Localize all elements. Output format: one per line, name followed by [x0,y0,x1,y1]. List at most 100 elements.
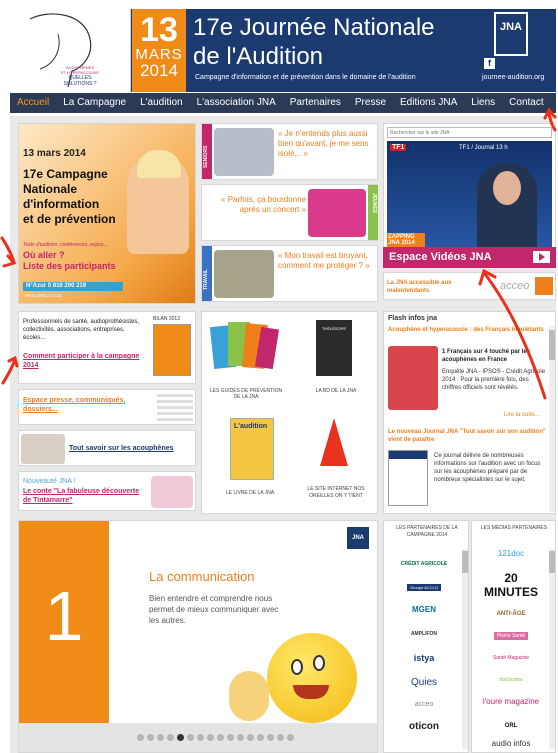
bd-label[interactable]: LA BD DE LA JNA [298,388,374,394]
slider-dot[interactable] [177,734,184,741]
nouveaute-label: Nouveauté JNA ! [23,478,76,485]
bd-cover-title: THÉLÉSOPE [321,326,346,331]
site-logo[interactable]: ACOUPHÈNES ET HYPERACOUSIE QUELLES SOLUT… [10,9,131,92]
slider-dot[interactable] [157,734,164,741]
media-audio-infos[interactable]: audio infos [476,739,546,748]
logo-caption: ACOUPHÈNES ET HYPERACOUSIE QUELLES SOLUT… [60,65,100,87]
slider-dot[interactable] [147,734,154,741]
read-more-link[interactable]: Lire la suite... [504,412,540,418]
campaign-promo[interactable]: 13 mars 2014 17e Campagne Nationale d'in… [18,123,196,304]
promo-where[interactable]: Où aller ? Liste des participants [23,250,116,272]
media-oure[interactable]: l'oure magazine [476,697,546,706]
partner-istya[interactable]: istya [390,653,458,663]
partner-mgen[interactable]: MGEN [390,605,458,614]
azur-number[interactable]: N°Azur 0 810 200 219 [23,282,123,291]
media-pleine-sante[interactable]: Pleine Santé [493,632,529,640]
slider-dot[interactable] [167,734,174,741]
media-doctissimo[interactable]: doctissimo [476,677,546,683]
slider-dot[interactable] [137,734,144,741]
theme-seniors[interactable]: SENIORS « Je n'entends plus aussi bien q… [201,123,378,180]
press-link[interactable]: Espace presse, communiqués, dossiers... [23,396,133,414]
flash-item1-title[interactable]: Acouphène et hyperacousie : des Français… [388,326,546,334]
main-nav: Accueil La Campagne L'audition L'associa… [10,93,556,113]
nav-item-audition[interactable]: L'audition [133,93,190,113]
guides-covers[interactable] [209,320,280,376]
flash-item2-body: Ce journal délivre de nombreuses informa… [434,453,541,483]
slider-dot[interactable] [207,734,214,741]
nav-item-partenaires[interactable]: Partenaires [283,93,348,113]
pros-text: Professionnels de santé, audioprothésist… [23,319,140,341]
livre-label[interactable]: LE LIVRE DE LA JNA [206,490,294,496]
partner-quies[interactable]: Quies [390,677,458,688]
slider-dot[interactable] [277,734,284,741]
video-player[interactable]: TF1 TF1 / Journal 13 h ZAPPING JNA 2014 [387,141,552,257]
slider-dot[interactable] [257,734,264,741]
media-orl[interactable]: ORL [476,723,546,729]
media-121doc[interactable]: 121doc [476,549,546,558]
site-label[interactable]: LE SITE INTERNET NOS OREILLES ON Y TIENT [298,486,374,500]
partners-list: CRÉDIT AGRICOLE Groupe ACCLG MGEN AMPLIF… [390,549,458,752]
nav-item-contact[interactable]: Contact [502,93,550,113]
slider: 1 JNA La communication Bien entendre et … [18,520,378,753]
participate-link[interactable]: Comment participer à la campagne 2014 [23,352,147,370]
nav-item-campagne[interactable]: La Campagne [56,93,133,113]
acouphenes-box[interactable]: Tout savoir sur les acouphènes [18,430,196,466]
flash-item2-title[interactable]: Le nouveau Journal JNA "Tout savoir sur … [388,428,546,444]
nav-item-liens[interactable]: Liens [464,93,502,113]
theme-jeunes[interactable]: « Parfois, ça bourdonne après un concert… [201,184,378,241]
slider-dot[interactable] [187,734,194,741]
media-anti-age[interactable]: ANTI-ÂGE [476,611,546,617]
theme-band-jeunes: JEUNES [368,185,378,240]
medias-heading: LES MÉDIAS PARTENAIRES [480,525,548,531]
presenter-face [493,171,521,205]
acouphenes-link[interactable]: Tout savoir sur les acouphènes [69,445,174,452]
partner-acclg[interactable]: Groupe ACCLG [406,584,441,591]
jna-logo[interactable]: JNA [494,12,528,56]
nav-item-presse[interactable]: Presse [348,93,393,113]
press-box[interactable]: Espace presse, communiqués, dossiers... [18,389,196,425]
slider-dots [19,723,377,752]
espace-videos-button[interactable]: Espace Vidéos JNA [383,247,556,268]
search-input[interactable] [387,127,552,138]
facebook-icon[interactable]: f [484,58,495,69]
acceo-logo: acceo [500,280,530,292]
video-caption: TF1 / Journal 13 h [459,145,508,151]
bilan-cover[interactable] [153,324,191,376]
guides-label[interactable]: LES GUIDES DE PRÉVENTION DE LA JNA [206,388,286,400]
slider-dot[interactable] [197,734,204,741]
slider-dot[interactable] [237,734,244,741]
worker-photo [214,250,274,298]
flash-scrollbar[interactable] [549,326,555,512]
partners-panel: LES PARTENAIRES DE LA CAMPAGNE 2014 CRÉD… [383,520,469,753]
media-20minutes[interactable]: 20 MINUTES [476,571,546,599]
nav-item-association[interactable]: L'association JNA [190,93,283,113]
partner-credit-agricole[interactable]: CRÉDIT AGRICOLE [390,561,458,567]
cone-icon[interactable] [320,418,348,466]
theme-band-seniors: SENIORS [202,124,212,179]
partner-oticon[interactable]: oticon [390,721,458,732]
slider-dot[interactable] [247,734,254,741]
medias-scrollbar[interactable] [549,549,555,749]
nav-item-editions[interactable]: Editions JNA [393,93,464,113]
conte-link[interactable]: Le conte "La fabuleuse découverte de Tin… [23,487,143,505]
partners-scrollbar[interactable] [462,549,468,749]
conte-box[interactable]: Nouveauté JNA ! Le conte "La fabuleuse d… [18,471,196,511]
partner-acceo[interactable]: acceo [390,701,458,708]
accessible-banner[interactable]: La JNA accessible aux malentendants acce… [383,272,556,300]
theme-quote-seniors: « Je n'entends plus aussi bien qu'avant,… [278,129,369,158]
theme-travail[interactable]: TRAVAIL « Mon travail est bruyant, comme… [201,245,378,302]
nav-item-accueil[interactable]: Accueil [10,93,56,113]
livre-cover[interactable]: L'audition [230,418,274,480]
slider-dot[interactable] [267,734,274,741]
slider-dot[interactable] [287,734,294,741]
logo-text-4: SOLUTIONS ? [63,81,97,87]
slider-dot[interactable] [227,734,234,741]
flash-heading: Flash infos jna [388,315,438,322]
partner-amplifon[interactable]: AMPLIFON [390,631,458,637]
slider-dot[interactable] [217,734,224,741]
media-sante-magazine[interactable]: Santé Magazine [476,655,546,661]
flash-item1-sub: 1 Français sur 4 touché par les acouphèn… [442,349,531,363]
bd-cover[interactable]: THÉLÉSOPE [316,320,352,376]
ear-photo [21,434,65,464]
participate-box[interactable]: Professionnels de santé, audioprothésist… [18,311,196,384]
